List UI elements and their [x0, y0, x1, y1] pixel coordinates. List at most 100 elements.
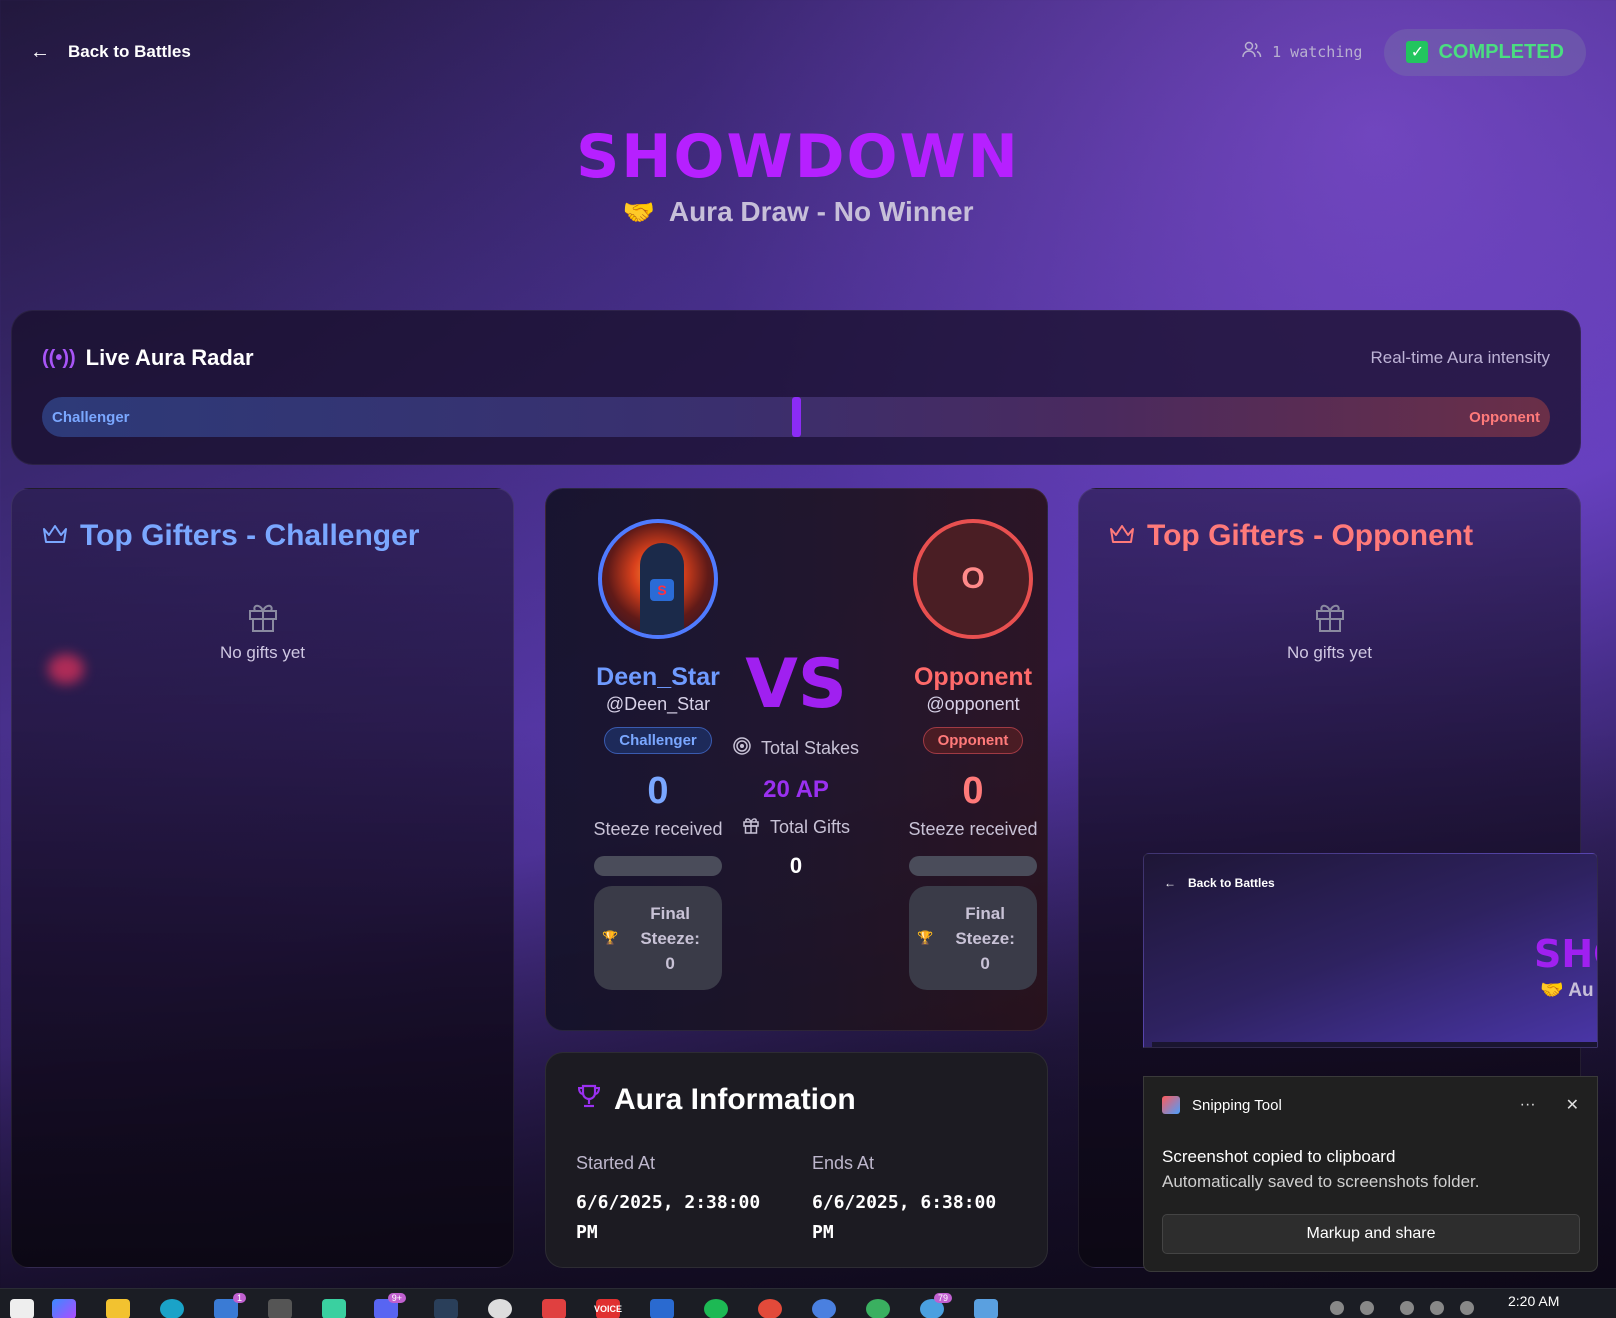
gifters-title: Top Gifters - Challenger	[42, 519, 419, 553]
trophy-icon	[576, 1083, 602, 1117]
store-icon[interactable]: 1	[214, 1293, 246, 1318]
vs-column: VS Total Stakes 20 AP Total Gifts 0	[721, 649, 871, 879]
more-options-icon[interactable]: ···	[1520, 1096, 1536, 1114]
aura-information-panel: Aura Information Started At 6/6/2025, 2:…	[545, 1052, 1048, 1268]
gift-icon	[12, 599, 513, 633]
chrome-icon[interactable]	[758, 1299, 782, 1318]
back-label: Back to Battles	[68, 42, 191, 61]
toast-detail: Automatically saved to screenshots folde…	[1162, 1172, 1480, 1191]
notepad-icon[interactable]	[974, 1299, 998, 1318]
ends-at-value: 6/6/2025, 6:38:00 PM	[812, 1192, 997, 1243]
radar-title: ((•)) Live Aura Radar	[42, 345, 254, 371]
tray-chevron-icon[interactable]	[1330, 1301, 1344, 1315]
radar-marker	[792, 397, 801, 437]
challenger-progress-bar	[594, 856, 722, 876]
crown-icon	[1109, 519, 1135, 553]
challenger-column: S Deen_Star @Deen_Star Challenger 0 Stee…	[578, 519, 738, 990]
chrome-profile-icon[interactable]	[866, 1299, 890, 1318]
snipping-tool-notification: Snipping Tool ··· ✕ Screenshot copied to…	[1143, 1076, 1598, 1272]
opponent-avatar[interactable]: O	[913, 519, 1033, 639]
wifi-icon[interactable]	[1400, 1301, 1414, 1315]
final-steeze-label: Final Steeze:	[955, 903, 1015, 948]
file-explorer-icon[interactable]	[106, 1299, 130, 1318]
challenger-steeze-label: Steeze received	[593, 819, 723, 839]
page-title: SHOWDOWN	[576, 122, 1020, 192]
ends-at-column: Ends At 6/6/2025, 6:38:00 PM	[812, 1153, 1022, 1248]
battery-icon[interactable]	[1460, 1301, 1474, 1315]
challenger-score: 0	[647, 770, 669, 812]
final-steeze-value: 0	[980, 953, 990, 973]
watching-indicator: 1 watching	[1242, 41, 1362, 63]
preview-subtitle: 🤝 Au	[1540, 980, 1594, 1001]
total-gifts-value: 0	[789, 853, 803, 878]
screenshot-preview-thumbnail[interactable]: ← Back to Battles SHO 🤝 Au	[1143, 853, 1598, 1048]
gift-icon	[742, 816, 760, 839]
final-steeze-text: Final Steeze: 0	[941, 901, 1029, 976]
total-stakes-text: Total Stakes	[760, 738, 860, 758]
clock[interactable]: 2:20 AM	[1508, 1293, 1559, 1309]
total-gifts-text: Total Gifts	[769, 817, 851, 837]
challenger-avatar[interactable]: S	[598, 519, 718, 639]
started-at-label: Started At	[576, 1153, 656, 1173]
challenger-name[interactable]: Deen_Star	[578, 663, 738, 692]
gifts-empty-text: No gifts yet	[219, 643, 306, 662]
toast-app-name: Snipping Tool	[1192, 1096, 1282, 1114]
top-gifters-challenger-panel: Top Gifters - Challenger No gifts yet	[11, 488, 514, 1268]
top-bar: ← Back to Battles 1 watching ✓ COMPLETED	[30, 28, 1586, 76]
security-icon[interactable]	[268, 1299, 292, 1318]
chrome-profile-icon[interactable]: 79	[920, 1293, 952, 1318]
gift-icon	[1079, 599, 1580, 633]
app-icon[interactable]	[650, 1299, 674, 1318]
started-at-value: 6/6/2025, 2:38:00 PM	[576, 1192, 761, 1243]
gifts-empty-text: No gifts yet	[1286, 643, 1373, 662]
target-icon	[733, 737, 751, 760]
volume-icon[interactable]	[1430, 1301, 1444, 1315]
challenger-role-badge: Challenger	[604, 727, 712, 754]
completed-badge: ✓ COMPLETED	[1384, 28, 1586, 76]
total-gifts-label: Total Gifts	[721, 816, 871, 839]
gifts-empty-state: No gifts yet	[1079, 599, 1580, 663]
final-steeze-text: Final Steeze: 0	[626, 901, 714, 976]
live-aura-radar: ((•)) Live Aura Radar Real-time Aura int…	[11, 310, 1581, 465]
opponent-role-badge: Opponent	[922, 727, 1024, 754]
spotify-icon[interactable]	[704, 1299, 728, 1318]
arrow-left-icon: ←	[1164, 876, 1176, 890]
edge-icon[interactable]	[160, 1299, 184, 1318]
hero: SHOWDOWN 🤝 Aura Draw - No Winner	[0, 122, 1596, 228]
arrow-left-icon: ←	[30, 40, 50, 63]
aura-info-title-text: Aura Information	[614, 1083, 856, 1116]
steam-icon[interactable]	[434, 1299, 458, 1318]
started-at-column: Started At 6/6/2025, 2:38:00 PM	[576, 1153, 786, 1248]
back-to-battles-link[interactable]: ← Back to Battles	[30, 41, 191, 64]
aura-info-title: Aura Information	[576, 1083, 856, 1117]
cloud-icon[interactable]	[1360, 1301, 1374, 1315]
challenger-handle: @Deen_Star	[605, 694, 711, 714]
radar-opponent-label: Opponent	[1469, 408, 1540, 426]
voice-app-icon[interactable]: VOICE	[594, 1299, 622, 1318]
status-area: 1 watching ✓ COMPLETED	[1242, 28, 1586, 76]
app-icon[interactable]	[542, 1299, 566, 1318]
taskbar: 1 9+ VOICE 79 2:20 AM	[0, 1288, 1616, 1318]
opponent-steeze-label: Steeze received	[908, 819, 1038, 839]
close-icon[interactable]: ✕	[1566, 1095, 1579, 1115]
toast-header: Snipping Tool ··· ✕	[1162, 1095, 1579, 1115]
radar-title-text: Live Aura Radar	[85, 345, 254, 370]
app-icon[interactable]	[322, 1299, 346, 1318]
toast-controls: ··· ✕	[1520, 1095, 1579, 1115]
completed-label: COMPLETED	[1438, 40, 1564, 63]
ends-at-label: Ends At	[812, 1153, 875, 1173]
opponent-name[interactable]: Opponent	[893, 663, 1053, 692]
gifts-empty-state: No gifts yet	[12, 599, 513, 663]
snipping-tool-icon	[1162, 1096, 1180, 1114]
markup-and-share-button[interactable]: Markup and share	[1162, 1214, 1580, 1254]
settings-icon[interactable]	[488, 1299, 512, 1318]
start-icon[interactable]	[10, 1299, 34, 1318]
chrome-profile-icon[interactable]	[812, 1299, 836, 1318]
discord-icon[interactable]: 9+	[374, 1293, 406, 1318]
copilot-icon[interactable]	[52, 1299, 76, 1318]
trophy-icon: 🏆	[917, 930, 934, 945]
opponent-final-steeze: 🏆 Final Steeze: 0	[909, 886, 1037, 990]
gifters-title-text: Top Gifters - Opponent	[1147, 519, 1474, 552]
radar-challenger-label: Challenger	[52, 408, 130, 426]
notification-badge: 1	[232, 1293, 246, 1303]
